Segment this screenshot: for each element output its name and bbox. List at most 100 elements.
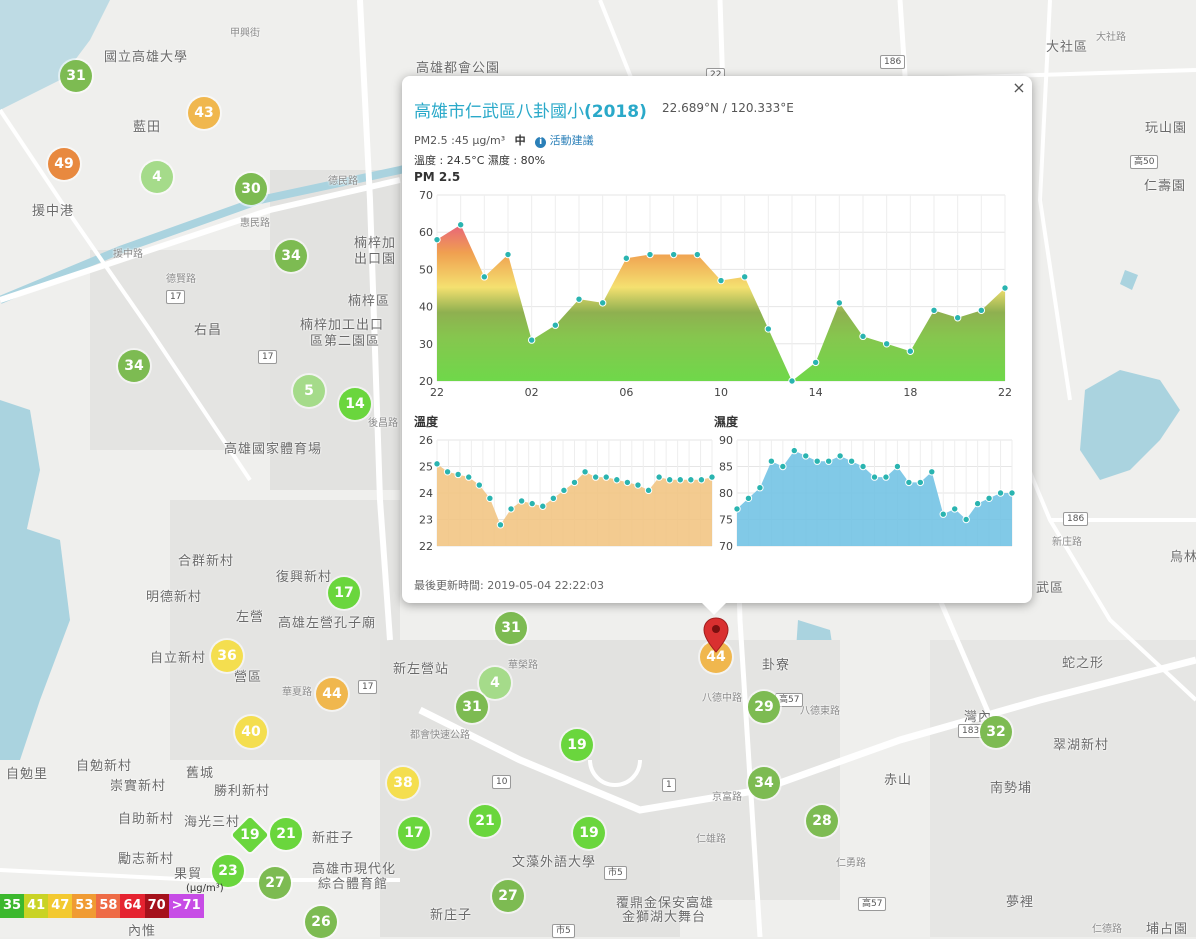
road-label-label: 八德東路 — [800, 706, 840, 717]
data-point — [551, 321, 560, 329]
data-point — [687, 476, 695, 484]
road-label-label: 仁雄路 — [696, 834, 726, 845]
data-point — [977, 306, 986, 315]
station-marker[interactable]: 19 — [573, 817, 605, 849]
data-point — [939, 510, 947, 518]
map-pin-icon[interactable] — [703, 617, 729, 653]
road-label-label: 甲興街 — [230, 28, 260, 39]
route-shield: 17 — [166, 290, 186, 304]
data-point — [549, 494, 558, 503]
station-marker[interactable]: 49 — [48, 148, 80, 180]
data-point — [973, 499, 982, 508]
map-label-label: 自勉新村 — [76, 759, 133, 774]
data-point — [486, 494, 494, 503]
station-marker[interactable]: 38 — [387, 767, 419, 799]
station-marker[interactable]: 17 — [398, 817, 430, 849]
humid-chart-title: 濕度 — [714, 415, 739, 429]
data-point — [870, 473, 879, 481]
map-label-label: 楠梓區 — [348, 294, 391, 309]
map-label-label: 綜合體育館 — [318, 877, 389, 892]
station-marker[interactable]: 44 — [316, 678, 348, 710]
map-label-label: 仁壽園 — [1144, 179, 1187, 194]
station-marker[interactable]: 27 — [492, 880, 524, 912]
map-label-label: 援中港 — [32, 204, 75, 219]
data-point — [767, 457, 776, 465]
data-point — [962, 515, 970, 524]
data-point — [847, 457, 856, 465]
road-label-label: 惠民路 — [240, 218, 270, 229]
data-point — [475, 481, 484, 489]
map-label-label: 翠湖新村 — [1053, 738, 1110, 753]
x-tick-label: 22 — [998, 386, 1012, 399]
station-marker[interactable]: 31 — [495, 612, 527, 644]
station-marker[interactable]: 5 — [293, 375, 325, 407]
station-marker[interactable]: 30 — [235, 173, 267, 205]
station-marker[interactable]: 34 — [275, 240, 307, 272]
station-marker[interactable]: 31 — [60, 60, 92, 92]
station-marker[interactable]: 14 — [339, 388, 371, 420]
station-marker[interactable]: 28 — [806, 805, 838, 837]
map-label-label: 左營 — [236, 610, 265, 625]
data-point — [882, 473, 890, 481]
station-marker[interactable]: 40 — [235, 716, 267, 748]
station-marker[interactable]: 21 — [270, 818, 302, 850]
x-tick-label: 18 — [903, 386, 917, 399]
map-label-label: 大社區 — [1046, 40, 1089, 55]
station-title[interactable]: 高雄市仁武區八卦國小(2018) — [414, 97, 647, 122]
data-point — [790, 446, 798, 455]
station-marker[interactable]: 43 — [188, 97, 220, 129]
data-point — [602, 473, 610, 481]
map-label-label: 高雄國家體育場 — [224, 442, 323, 457]
map-label-label: 南勢埔 — [990, 781, 1033, 796]
legend-item: 47 — [48, 894, 73, 918]
map-label-label: 高雄都會公園 — [416, 61, 501, 76]
station-marker[interactable]: 4 — [479, 667, 511, 699]
data-point — [581, 468, 589, 476]
station-marker[interactable]: 21 — [469, 805, 501, 837]
y-tick-label: 90 — [719, 434, 733, 447]
station-marker[interactable]: 32 — [980, 716, 1012, 748]
data-point — [930, 306, 938, 315]
data-point — [693, 250, 702, 259]
map-label-label: 武區 — [1036, 581, 1065, 596]
road-label-label: 德民路 — [328, 176, 358, 187]
station-marker[interactable]: 4 — [141, 161, 173, 193]
map-label-label: 勝利新村 — [214, 784, 271, 799]
map-label-label: 藍田 — [133, 120, 162, 135]
road-label-label: 大社路 — [1096, 32, 1126, 43]
station-marker[interactable]: 26 — [305, 906, 337, 938]
map-label-label: 金獅湖大舞台 — [622, 910, 707, 925]
road-label-label: 都會快速公路 — [410, 730, 470, 741]
popup-close-button[interactable]: × — [1010, 78, 1028, 97]
station-marker[interactable]: 29 — [748, 691, 780, 723]
map-label-label: 海光三村 — [184, 815, 241, 830]
advice-link[interactable]: i 活動建議 — [535, 134, 594, 148]
road-label-label: 京富路 — [712, 792, 742, 803]
station-marker[interactable]: 31 — [456, 691, 488, 723]
data-point — [623, 478, 632, 487]
pm-chart-title: PM 2.5 — [414, 170, 461, 184]
data-point — [996, 489, 1005, 497]
station-marker[interactable]: 27 — [259, 867, 291, 899]
y-tick-label: 70 — [419, 189, 433, 202]
station-marker[interactable]: 19 — [561, 729, 593, 761]
road-label-label: 仁勇路 — [836, 858, 866, 869]
temp-chart-title: 溫度 — [414, 415, 439, 429]
station-marker[interactable]: 17 — [328, 577, 360, 609]
x-tick-label: 14 — [809, 386, 823, 399]
data-point — [802, 452, 810, 460]
map-label-label: 高雄左營孔子廟 — [278, 616, 377, 631]
route-shield: 1 — [662, 778, 676, 792]
station-marker[interactable]: 36 — [211, 640, 243, 672]
data-point — [905, 478, 913, 487]
legend-item: 41 — [24, 894, 49, 918]
station-marker[interactable]: 34 — [748, 767, 780, 799]
map-label-label: 新莊子 — [312, 831, 355, 846]
humidity-chart: 70 75 80 85 90 — [719, 434, 1016, 552]
data-point — [433, 460, 441, 468]
legend-item: 58 — [96, 894, 121, 918]
station-marker[interactable]: 34 — [118, 350, 150, 382]
data-point — [893, 462, 902, 471]
data-point — [655, 473, 663, 481]
data-point — [528, 499, 536, 508]
